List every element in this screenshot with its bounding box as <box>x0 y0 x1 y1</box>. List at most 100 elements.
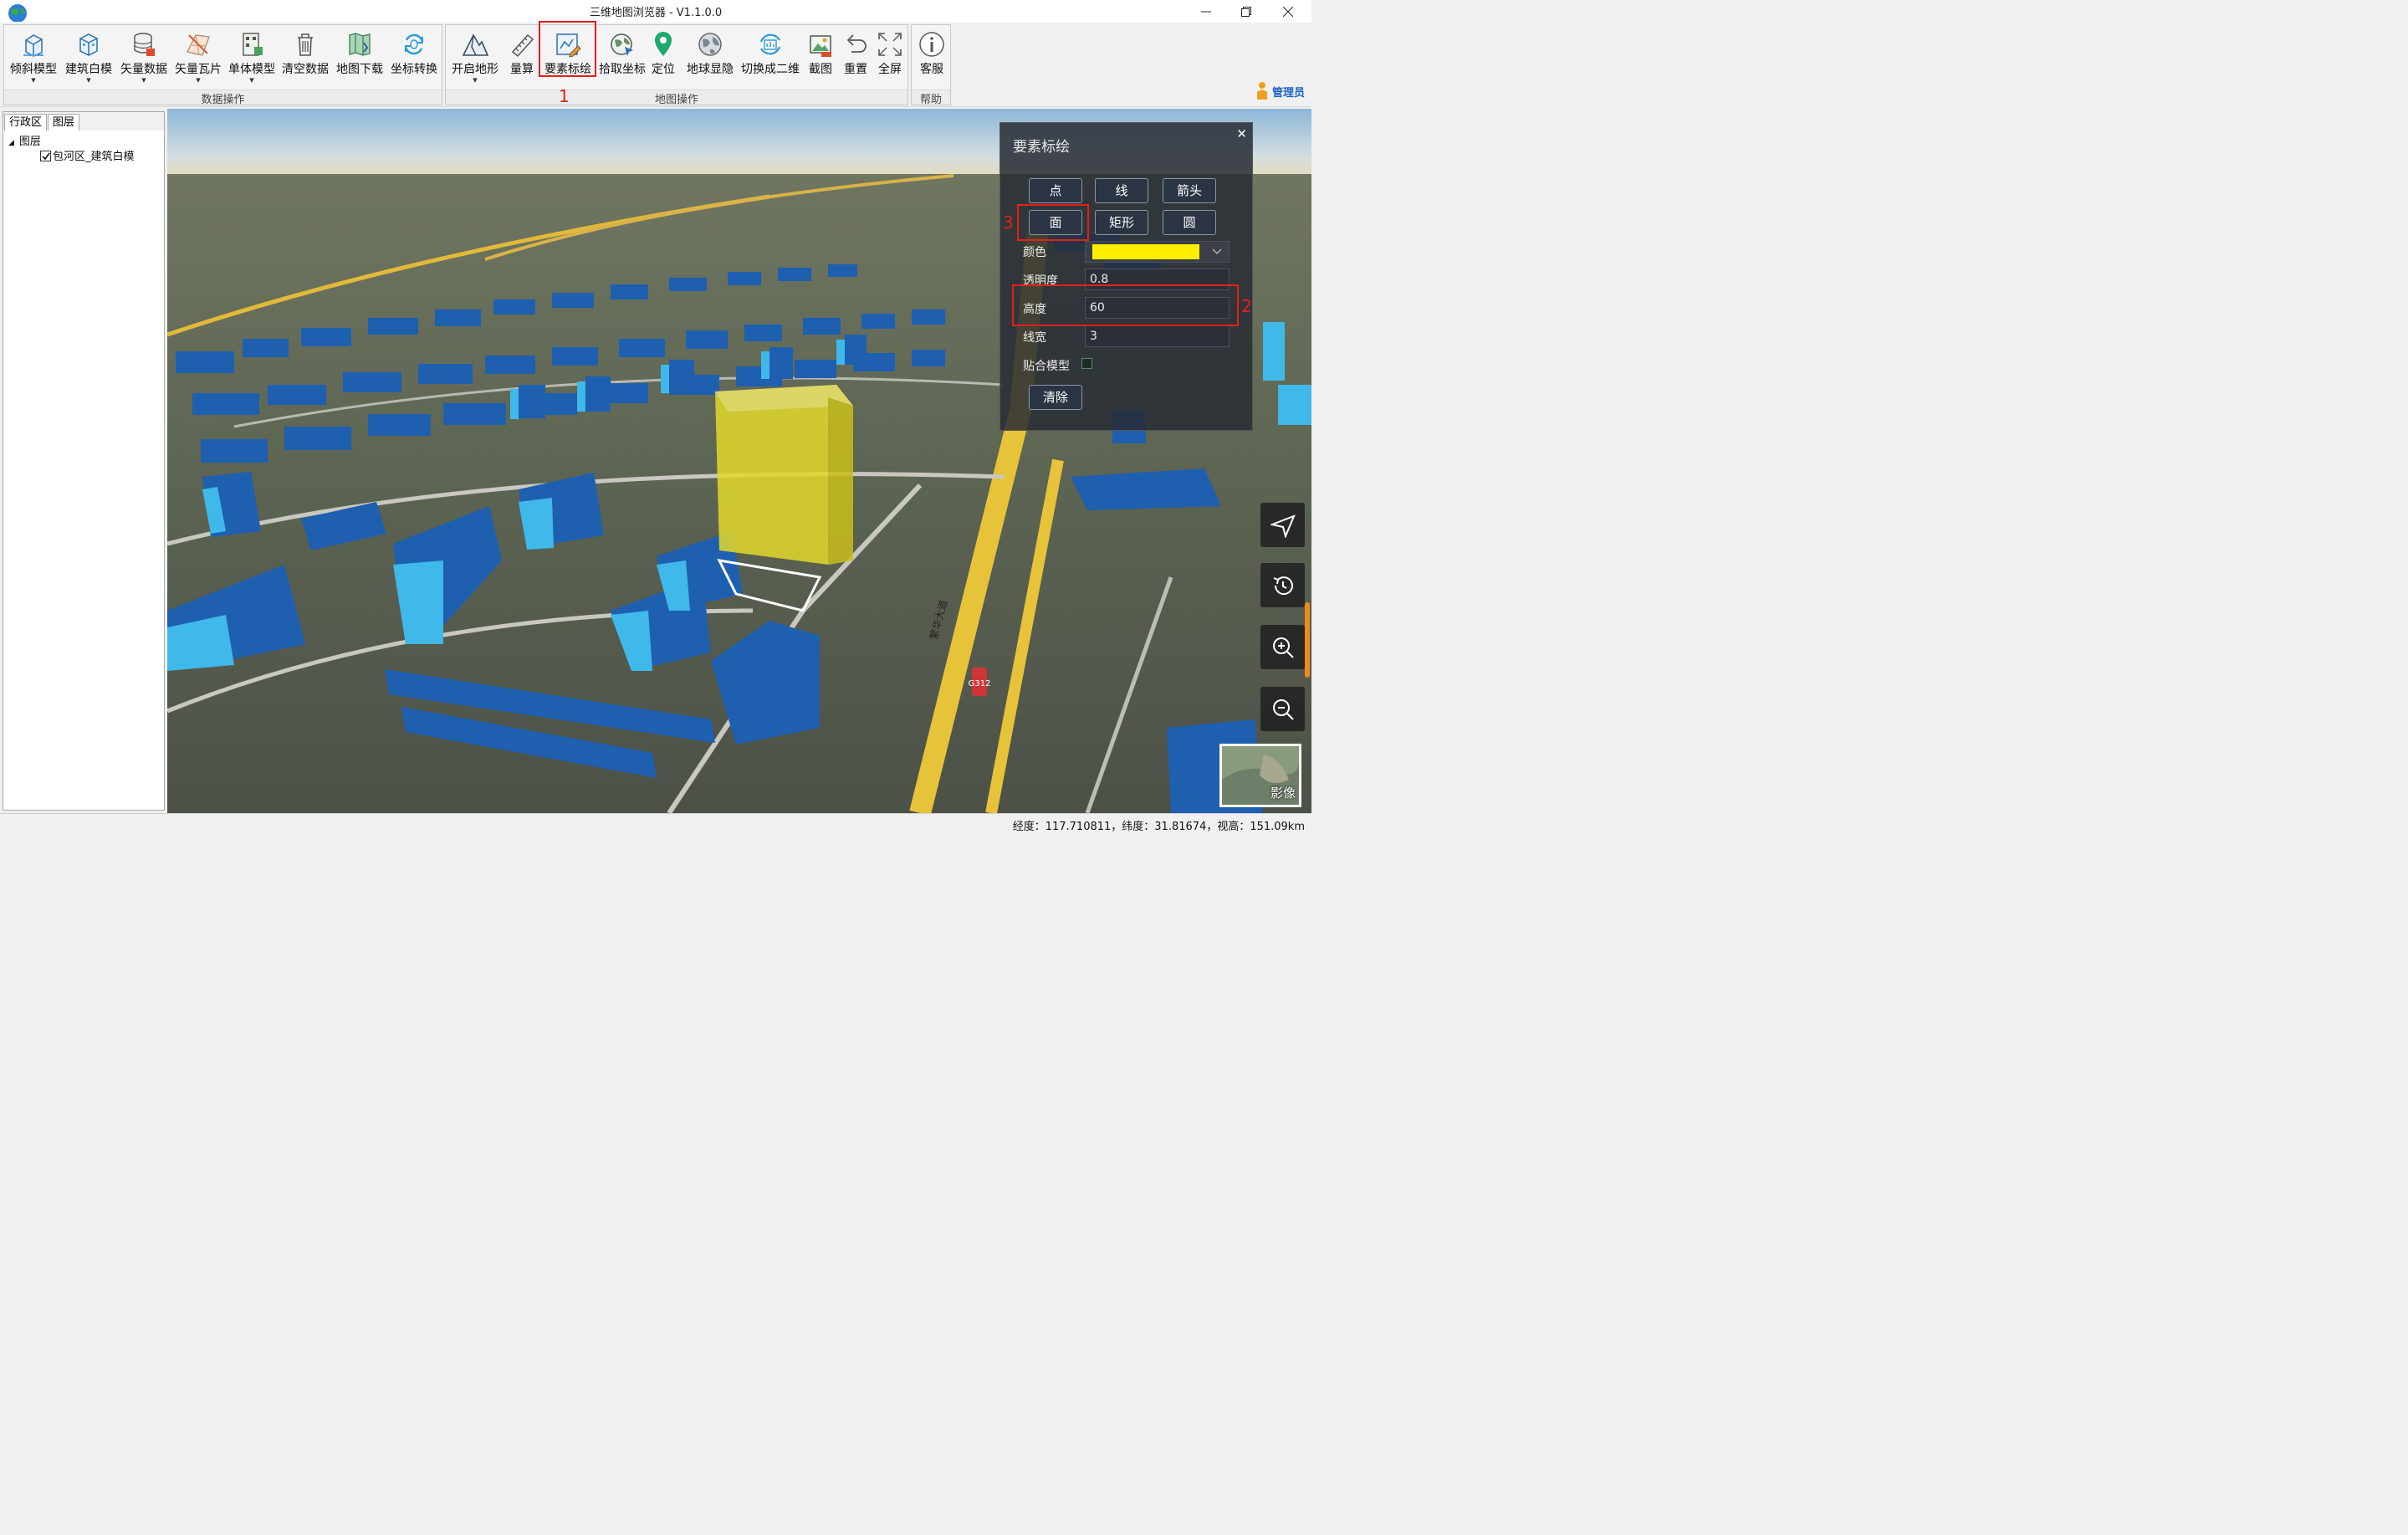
map-scrollbar[interactable] <box>1305 602 1310 678</box>
status-bar: 经度：117.710811，纬度：31.81674，视高：151.09km <box>0 813 1311 836</box>
layer-tree: ◢ 图层 包河区_建筑白模 <box>8 135 135 165</box>
user-icon <box>1257 82 1267 100</box>
tool-globe-toggle[interactable]: 地球显隐 <box>683 28 738 87</box>
close-button[interactable] <box>1268 0 1308 23</box>
tool-label: 坐标转换 <box>391 63 437 76</box>
location-pin-icon <box>655 32 672 56</box>
feature-plot-dialog: 要素标绘 ✕ 点 线 箭头 面 矩形 圆 颜色 透明度 0.8 高度 60 线宽… <box>999 122 1253 431</box>
zoom-in-button[interactable] <box>1260 625 1305 669</box>
linewidth-input[interactable]: 3 <box>1085 325 1230 347</box>
ruler-icon <box>511 33 534 58</box>
layer-checkbox[interactable] <box>40 151 51 161</box>
restore-button[interactable] <box>1226 0 1266 23</box>
history-icon <box>1273 576 1293 596</box>
tool-single-model[interactable]: 单体模型 ▼ <box>224 28 279 87</box>
expand-arrow-icon[interactable]: ◢ <box>8 139 14 147</box>
dropdown-caret-icon: ▼ <box>86 77 91 84</box>
group-data-operations: 倾斜模型 ▼ 建筑白模 ▼ 矢量数据 ▼ 矢量瓦片 ▼ 单体模型 ▼ 清空数据 <box>3 24 442 106</box>
pick-coordinate-icon <box>611 33 633 56</box>
tool-label: 地图下载 <box>336 63 383 76</box>
user-name[interactable]: 管理员 <box>1272 84 1305 100</box>
tool-vector-tile[interactable]: 矢量瓦片 ▼ <box>171 28 226 87</box>
group-help: 客服 帮助 <box>911 24 951 106</box>
fit-model-checkbox[interactable] <box>1081 358 1092 369</box>
close-icon[interactable]: ✕ <box>1236 126 1247 141</box>
tab-district[interactable]: 行政区 <box>4 114 48 130</box>
building-model-icon <box>79 33 98 56</box>
tool-label: 单体模型 <box>228 63 275 76</box>
globe-toggle-icon <box>698 33 722 56</box>
coordinate-readout: 经度：117.710811，纬度：31.81674，视高：151.09km <box>1012 821 1305 833</box>
shape-circle-button[interactable]: 圆 <box>1163 210 1216 235</box>
color-swatch <box>1092 244 1199 259</box>
tool-map-download[interactable]: 地图下载 <box>332 28 387 87</box>
tree-root-label: 图层 <box>18 136 41 148</box>
tool-locate[interactable]: 定位 <box>638 28 688 87</box>
tool-label: 地球显隐 <box>687 63 734 76</box>
oblique-model-icon <box>23 34 43 57</box>
zoom-out-button[interactable] <box>1260 687 1305 731</box>
basemap-label: 影像 <box>1270 785 1296 801</box>
single-model-icon <box>243 33 263 56</box>
tool-coordinate-convert[interactable]: 坐标转换 <box>386 28 442 87</box>
tool-oblique-model[interactable]: 倾斜模型 ▼ <box>6 28 61 87</box>
shape-arrow-button[interactable]: 箭头 <box>1163 178 1216 203</box>
fit-model-label: 贴合模型 <box>1023 360 1070 373</box>
step-number: 3 <box>1003 212 1014 233</box>
color-picker[interactable] <box>1085 241 1230 263</box>
tool-label: 矢量瓦片 <box>175 63 222 76</box>
tree-root[interactable]: ◢ 图层 <box>8 135 135 150</box>
group-map-operations: 开启地形 ▼ 量算 要素标绘 拾取坐标 定位 地球显隐 切换成二维 截图 重置 … <box>445 24 908 106</box>
chevron-down-icon <box>1212 248 1222 254</box>
clear-button[interactable]: 清除 <box>1029 385 1082 410</box>
left-panel-tabs: 行政区 图层 <box>3 112 164 130</box>
tool-label: 倾斜模型 <box>10 63 57 76</box>
road-shield-label: G312 <box>969 679 991 688</box>
tool-customer-service[interactable]: 客服 <box>904 28 959 87</box>
navigation-arrow-icon <box>1270 514 1296 538</box>
switch-2d-icon <box>759 33 781 55</box>
ribbon-toolbar: 倾斜模型 ▼ 建筑白模 ▼ 矢量数据 ▼ 矢量瓦片 ▼ 单体模型 ▼ 清空数据 <box>0 23 1311 107</box>
group-label: 地图操作 <box>446 90 907 106</box>
group-label: 数据操作 <box>4 90 442 106</box>
info-icon <box>919 32 944 57</box>
step-number: 1 <box>559 86 570 106</box>
terrain-icon <box>462 33 489 56</box>
layer-label: 包河区_建筑白模 <box>53 151 135 163</box>
basemap-switcher[interactable]: 影像 <box>1219 744 1301 807</box>
shape-point-button[interactable]: 点 <box>1029 178 1082 203</box>
dropdown-caret-icon: ▼ <box>31 77 36 84</box>
highlight-box-height <box>1012 284 1239 326</box>
map-download-icon <box>349 33 371 56</box>
tool-building-model[interactable]: 建筑白模 ▼ <box>61 28 116 87</box>
tool-label: 矢量数据 <box>120 63 167 76</box>
highlight-box-polygon <box>1017 204 1089 241</box>
shape-line-button[interactable]: 线 <box>1095 178 1148 203</box>
zoom-in-icon <box>1273 637 1294 658</box>
trash-icon <box>298 33 313 56</box>
tool-clear-data[interactable]: 清空数据 <box>278 28 333 87</box>
tab-layers[interactable]: 图层 <box>48 114 80 130</box>
dropdown-caret-icon: ▼ <box>196 77 201 84</box>
history-button[interactable] <box>1260 563 1305 607</box>
minimize-button[interactable] <box>1186 0 1226 23</box>
layer-item[interactable]: 包河区_建筑白模 <box>8 150 135 165</box>
dropdown-caret-icon: ▼ <box>141 77 146 84</box>
group-label: 帮助 <box>912 90 950 106</box>
coordinate-convert-icon <box>404 33 424 55</box>
tool-label: 清空数据 <box>282 63 329 76</box>
dropdown-caret-icon: ▼ <box>249 77 254 84</box>
color-label: 颜色 <box>1023 246 1046 259</box>
dialog-title: 要素标绘 <box>1013 139 1070 156</box>
window-title: 三维地图浏览器 - V1.1.0.0 <box>589 7 723 19</box>
highlight-box-feature-plot <box>539 21 596 77</box>
vector-data-icon <box>134 33 155 56</box>
shape-rectangle-button[interactable]: 矩形 <box>1095 210 1148 235</box>
tool-vector-data[interactable]: 矢量数据 ▼ <box>116 28 171 87</box>
title-bar: 三维地图浏览器 - V1.1.0.0 <box>0 0 1311 23</box>
step-number: 2 <box>1241 296 1252 316</box>
tool-label: 客服 <box>920 63 943 76</box>
left-panel: 行政区 图层 ◢ 图层 包河区_建筑白模 <box>3 111 165 811</box>
fullscreen-icon <box>878 33 902 56</box>
compass-button[interactable] <box>1260 503 1305 547</box>
